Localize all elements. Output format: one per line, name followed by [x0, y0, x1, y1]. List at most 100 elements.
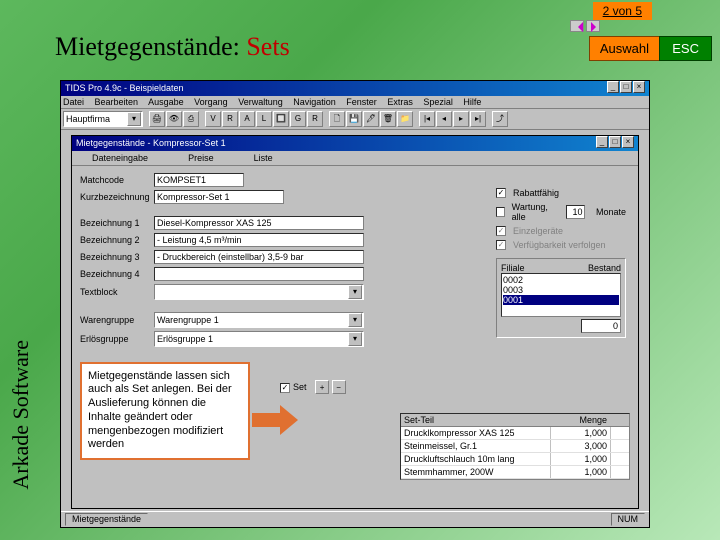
col-filiale: Filiale — [501, 263, 525, 273]
toolbar-icon[interactable]: R — [307, 111, 323, 127]
menu-item[interactable]: Verwaltung — [238, 97, 283, 107]
list-item[interactable]: 0001 — [503, 295, 619, 305]
erloesgruppe-dropdown[interactable]: Erlösgruppe 1 — [154, 331, 364, 347]
table-row[interactable]: Stemmhammer, 200W1,000 — [401, 466, 629, 479]
filialen-list[interactable]: 0002 0003 0001 — [501, 273, 621, 317]
menu-item[interactable]: Datei — [63, 97, 84, 107]
menu-item[interactable]: Hilfe — [463, 97, 481, 107]
callout-arrow-icon — [252, 405, 302, 435]
toolbar-icon[interactable]: A — [239, 111, 255, 127]
bez1-label: Bezeichnung 1 — [80, 218, 150, 228]
einzel-label: Einzelgeräte — [513, 226, 563, 236]
wartung-field[interactable]: 10 — [566, 205, 585, 219]
menu-item[interactable]: Ausgabe — [148, 97, 184, 107]
bez1-field[interactable]: Diesel-Kompressor XAS 125 — [154, 216, 364, 230]
callout-box: Mietgegenstände lassen sich auch als Set… — [80, 362, 250, 461]
toolbar-icon[interactable]: 👁 — [166, 111, 182, 127]
menu-item[interactable]: Bearbeiten — [95, 97, 139, 107]
maximize-icon[interactable]: □ — [609, 136, 621, 148]
firma-dropdown[interactable]: Hauptfirma — [63, 111, 143, 127]
close-icon[interactable]: × — [633, 81, 645, 93]
table-row[interactable]: Steinmeissel, Gr.13,000 — [401, 440, 629, 453]
toolbar-icon[interactable]: V — [205, 111, 221, 127]
set-remove-icon[interactable]: − — [332, 380, 346, 394]
set-label: Set — [293, 382, 307, 392]
erloesgruppe-label: Erlösgruppe — [80, 334, 150, 344]
bez3-field[interactable]: - Druckbereich (einstellbar) 3,5-9 bar — [154, 250, 364, 264]
menu-item[interactable]: Navigation — [293, 97, 336, 107]
tab-liste[interactable]: Liste — [254, 153, 273, 163]
set-toggle: ✓Set + − — [280, 380, 346, 394]
esc-button[interactable]: ESC — [659, 36, 712, 61]
window-controls: _ □ × — [607, 81, 645, 96]
toolbar-icon[interactable]: 📁 — [397, 111, 413, 127]
set-table: Set-Teil Menge Drucklkompressor XAS 1251… — [400, 413, 630, 480]
menubar: Datei Bearbeiten Ausgabe Vorgang Verwalt… — [61, 96, 649, 109]
status-text: Mietgegenstände — [65, 513, 148, 526]
minimize-icon[interactable]: _ — [607, 81, 619, 93]
kurz-field[interactable]: Kompressor-Set 1 — [154, 190, 284, 204]
monate-label: Monate — [596, 207, 626, 217]
save-icon[interactable]: 💾 — [346, 111, 362, 127]
toolbar-icon[interactable]: 🖊 — [363, 111, 379, 127]
title-part1: Mietgegenstände: — [55, 32, 246, 61]
menu-item[interactable]: Vorgang — [194, 97, 228, 107]
bez2-field[interactable]: - Leistung 4,5 m³/min — [154, 233, 364, 247]
wartung-checkbox[interactable] — [496, 207, 505, 217]
menu-item[interactable]: Fenster — [346, 97, 377, 107]
status-bar: Mietgegenstände NUM — [61, 511, 649, 527]
table-row[interactable]: Druckluftschlauch 10m lang1,000 — [401, 453, 629, 466]
menu-item[interactable]: Extras — [387, 97, 413, 107]
prev-slide-icon[interactable] — [570, 20, 584, 32]
table-row[interactable]: Drucklkompressor XAS 1251,000 — [401, 427, 629, 440]
maximize-icon[interactable]: □ — [620, 81, 632, 93]
bestand-field[interactable]: 0 — [581, 319, 621, 333]
exit-icon[interactable]: ⤴ — [492, 111, 508, 127]
minimize-icon[interactable]: _ — [596, 136, 608, 148]
toolbar-icon[interactable]: 🔲 — [273, 111, 289, 127]
rabatt-checkbox[interactable]: ✓ — [496, 188, 506, 198]
set-table-area: Set-Teil Menge Drucklkompressor XAS 1251… — [400, 413, 630, 480]
kurz-label: Kurzbezeichnung — [80, 192, 150, 202]
new-icon[interactable]: 🗋 — [329, 111, 345, 127]
toolbar-icon[interactable]: R — [222, 111, 238, 127]
list-item[interactable]: 0003 — [503, 285, 619, 295]
bez4-label: Bezeichnung 4 — [80, 269, 150, 279]
toolbar-icon[interactable]: L — [256, 111, 272, 127]
warengruppe-label: Warengruppe — [80, 315, 150, 325]
close-icon[interactable]: × — [622, 136, 634, 148]
page-title: Mietgegenstände: Sets — [55, 32, 290, 62]
toolbar-icon[interactable]: ⎙ — [183, 111, 199, 127]
child-title: Mietgegenstände - Kompressor-Set 1 — [76, 136, 226, 151]
app-title: TIDS Pro 4.9c - Beispieldaten — [65, 81, 184, 96]
pager-indicator[interactable]: 2 von 5 — [593, 2, 652, 20]
tab-preise[interactable]: Preise — [188, 153, 214, 163]
tab-dateneingabe[interactable]: Dateneingabe — [92, 153, 148, 163]
delete-icon[interactable]: 🗑 — [380, 111, 396, 127]
toolbar-icon[interactable]: G — [290, 111, 306, 127]
next-icon[interactable]: ▸ — [453, 111, 469, 127]
list-item[interactable]: 0002 — [503, 275, 619, 285]
textblock-dropdown[interactable] — [154, 284, 364, 300]
last-icon[interactable]: ▸| — [470, 111, 486, 127]
app-window: TIDS Pro 4.9c - Beispieldaten _ □ × Date… — [60, 80, 650, 528]
menu-item[interactable]: Spezial — [423, 97, 453, 107]
warengruppe-dropdown[interactable]: Warengruppe 1 — [154, 312, 364, 328]
set-checkbox[interactable]: ✓ — [280, 383, 290, 393]
app-titlebar: TIDS Pro 4.9c - Beispieldaten _ □ × — [61, 81, 649, 96]
status-num: NUM — [611, 513, 646, 526]
wartung-label: Wartung, alle — [512, 202, 556, 222]
bez4-field[interactable] — [154, 267, 364, 281]
auswahl-button[interactable]: Auswahl — [589, 36, 660, 61]
set-add-icon[interactable]: + — [315, 380, 329, 394]
slide-nav — [570, 20, 600, 32]
next-slide-icon[interactable] — [586, 20, 600, 32]
prev-icon[interactable]: ◂ — [436, 111, 452, 127]
bez2-label: Bezeichnung 2 — [80, 235, 150, 245]
right-column: ✓Rabattfähig Wartung, alle 10 Monate ✓Ei… — [496, 184, 626, 338]
child-titlebar: Mietgegenstände - Kompressor-Set 1 _ □ × — [72, 136, 638, 151]
first-icon[interactable]: |◂ — [419, 111, 435, 127]
einzel-checkbox: ✓ — [496, 226, 506, 236]
matchcode-field[interactable]: KOMPSET1 — [154, 173, 244, 187]
toolbar-icon[interactable]: 🖨 — [149, 111, 165, 127]
